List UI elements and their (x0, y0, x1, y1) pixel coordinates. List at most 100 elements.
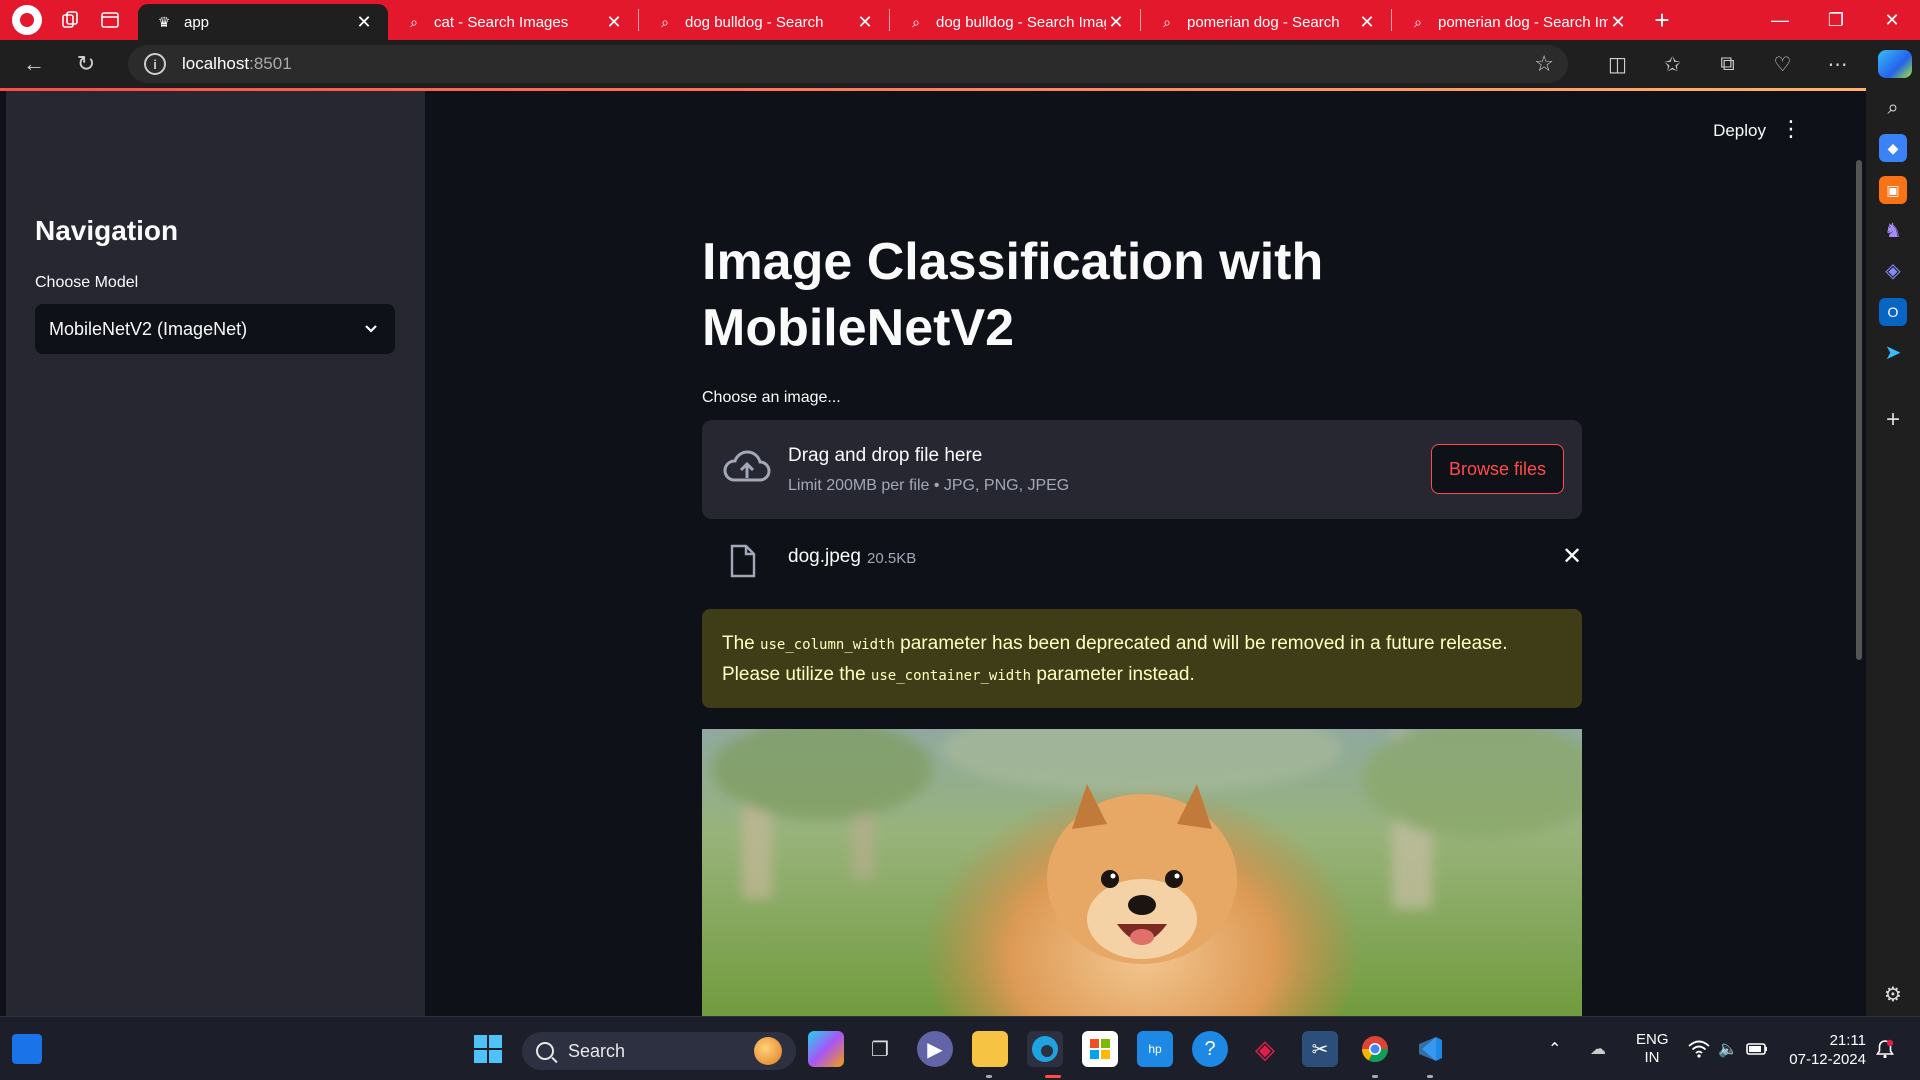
file-size: 20.5KB (867, 550, 917, 567)
copilot-pre-icon[interactable] (808, 1031, 844, 1067)
window-controls: — ❐ ✕ (1752, 0, 1920, 40)
clock-date: 07-12-2024 (1789, 1051, 1866, 1068)
streamlit-crown-icon: ♛ (157, 13, 171, 30)
site-info-icon[interactable]: i (144, 53, 166, 75)
warning-text: parameter instead. (1031, 664, 1195, 685)
windows-start-icon[interactable] (470, 1031, 506, 1067)
snipping-tool-icon[interactable]: ✂ (1302, 1031, 1338, 1067)
chrome-icon[interactable] (1357, 1031, 1393, 1067)
favorites-icon[interactable]: ✩ (1645, 52, 1700, 77)
streamlit-sidebar: Navigation Choose Model MobileNetV2 (Ima… (6, 91, 425, 1016)
search-icon: ⌕ (410, 13, 418, 30)
search-icon (536, 1042, 554, 1060)
new-tab-button[interactable]: + (1642, 5, 1682, 36)
toolbar-icons: ◫ ✩ ⧉ ♡ ⋯ (1590, 40, 1865, 88)
system-clock[interactable]: 21:11 07-12-2024 (1786, 1031, 1866, 1069)
close-tab-icon[interactable]: ✕ (855, 12, 875, 33)
warning-code: use_column_width (760, 637, 895, 653)
favorite-star-icon[interactable]: ☆ (1534, 51, 1554, 77)
uploaded-image (702, 729, 1582, 1016)
add-sidebar-app-icon[interactable]: + (1879, 406, 1907, 434)
browse-files-button[interactable]: Browse files (1431, 444, 1564, 494)
browser-tab[interactable]: ⌕ pomerian dog - Search Images ✕ (1392, 4, 1642, 40)
workspaces-icon[interactable] (50, 0, 90, 40)
warning-code: use_container_width (870, 668, 1032, 684)
language-indicator[interactable]: ENG IN (1636, 1031, 1669, 1067)
task-view-icon[interactable]: ❐ (862, 1031, 898, 1067)
microsoft-store-icon[interactable] (1082, 1031, 1118, 1067)
remove-file-icon[interactable]: ✕ (1562, 542, 1582, 571)
refresh-icon[interactable]: ↻ (60, 51, 112, 77)
search-icon: ⌕ (661, 13, 669, 30)
close-tab-icon[interactable]: ✕ (1106, 12, 1126, 33)
shopping-tag-icon[interactable]: ◆ (1879, 134, 1907, 162)
close-tab-icon[interactable]: ✕ (604, 12, 624, 33)
search-icon[interactable]: ⌕ (1879, 94, 1907, 122)
close-tab-icon[interactable]: ✕ (1357, 12, 1377, 33)
running-app-indicator (1427, 1075, 1433, 1078)
notification-bell-icon[interactable] (1876, 1017, 1894, 1080)
close-tab-icon[interactable]: ✕ (354, 12, 374, 33)
tab-actions-icon[interactable] (90, 0, 130, 40)
copilot-sidebar-icon[interactable]: ◈ (1879, 256, 1907, 284)
tools-briefcase-icon[interactable]: ▣ (1879, 176, 1907, 204)
running-app-indicator (1372, 1075, 1378, 1078)
taskbar-search[interactable]: Search (522, 1032, 796, 1070)
vscode-icon[interactable] (1412, 1031, 1448, 1067)
browser-essentials-icon[interactable]: ♡ (1755, 52, 1810, 77)
more-menu-icon[interactable]: ⋯ (1810, 52, 1865, 77)
settings-gear-icon[interactable]: ⚙ (1879, 980, 1907, 1008)
help-icon[interactable]: ? (1192, 1031, 1228, 1067)
uploader-label: Choose an image... (702, 389, 841, 406)
profile-avatar-icon[interactable] (12, 5, 42, 35)
mcafee-shield-icon[interactable]: ◈ (1247, 1031, 1283, 1067)
collections-icon[interactable]: ⧉ (1700, 53, 1755, 76)
tray-expand-icon[interactable]: ⌃ (1548, 1017, 1561, 1080)
volume-icon[interactable]: 🔈 (1718, 1017, 1738, 1080)
active-app-indicator (1045, 1075, 1061, 1078)
close-window-icon[interactable]: ✕ (1864, 0, 1920, 40)
windows-taskbar: Search ❐ ▶ hp ? ◈ ✂ ⌃ ☁ ENG IN 🔈 21:11 0… (0, 1016, 1920, 1080)
games-icon[interactable]: ♞ (1879, 216, 1907, 244)
model-select[interactable]: MobileNetV2 (ImageNet) (35, 304, 395, 354)
copilot-icon[interactable] (1878, 50, 1912, 78)
myhp-icon[interactable]: hp (1137, 1031, 1173, 1067)
browser-tab[interactable]: ⌕ dog bulldog - Search ✕ (639, 4, 889, 40)
restore-icon[interactable]: ❐ (1808, 0, 1864, 40)
close-tab-icon[interactable]: ✕ (1608, 12, 1628, 33)
file-name: dog.jpeg (788, 546, 861, 567)
wifi-icon[interactable] (1688, 1017, 1710, 1080)
send-icon[interactable]: ➤ (1879, 338, 1907, 366)
edge-sidebar: ⌕ ◆ ▣ ♞ ◈ O ➤ + ⚙ (1866, 88, 1920, 1016)
page-title: Image Classification with MobileNetV2 (702, 233, 1324, 357)
file-dropzone[interactable]: Drag and drop file here Limit 200MB per … (702, 420, 1582, 519)
main-menu-icon[interactable]: ⋮ (1780, 118, 1802, 140)
taskbar-search-label: Search (568, 1040, 626, 1061)
widgets-icon[interactable] (12, 1034, 42, 1064)
page-scrollbar[interactable] (1856, 160, 1862, 660)
search-icon: ⌕ (912, 13, 920, 30)
file-explorer-icon[interactable] (972, 1031, 1008, 1067)
onedrive-offline-icon[interactable]: ☁ (1590, 1017, 1606, 1080)
edge-browser-icon[interactable] (1027, 1031, 1063, 1067)
teams-chat-icon[interactable]: ▶ (917, 1031, 953, 1067)
url-field[interactable]: i localhost:8501 ☆ (128, 45, 1568, 83)
sidebar-title: Navigation (35, 215, 179, 246)
file-icon (730, 544, 756, 578)
browser-tab[interactable]: ⌕ pomerian dog - Search ✕ (1141, 4, 1391, 40)
region-code: IN (1644, 1049, 1660, 1066)
browser-tab[interactable]: ⌕ cat - Search Images ✕ (388, 4, 638, 40)
url-host: localhost (182, 54, 250, 73)
clock-time: 21:11 (1829, 1032, 1866, 1049)
url-port: :8501 (249, 54, 292, 73)
back-icon[interactable]: ← (8, 51, 60, 77)
browser-tab[interactable]: ⌕ dog bulldog - Search Images ✕ (890, 4, 1140, 40)
deploy-button[interactable]: Deploy (1713, 121, 1766, 141)
outlook-icon[interactable]: O (1879, 298, 1907, 326)
split-screen-icon[interactable]: ◫ (1590, 52, 1645, 77)
battery-icon[interactable] (1746, 1017, 1768, 1080)
dropzone-title: Drag and drop file here (788, 445, 983, 466)
minimize-icon[interactable]: — (1752, 0, 1808, 40)
search-icon: ⌕ (1414, 13, 1422, 30)
browser-tab[interactable]: ♛ app ✕ (138, 4, 388, 40)
